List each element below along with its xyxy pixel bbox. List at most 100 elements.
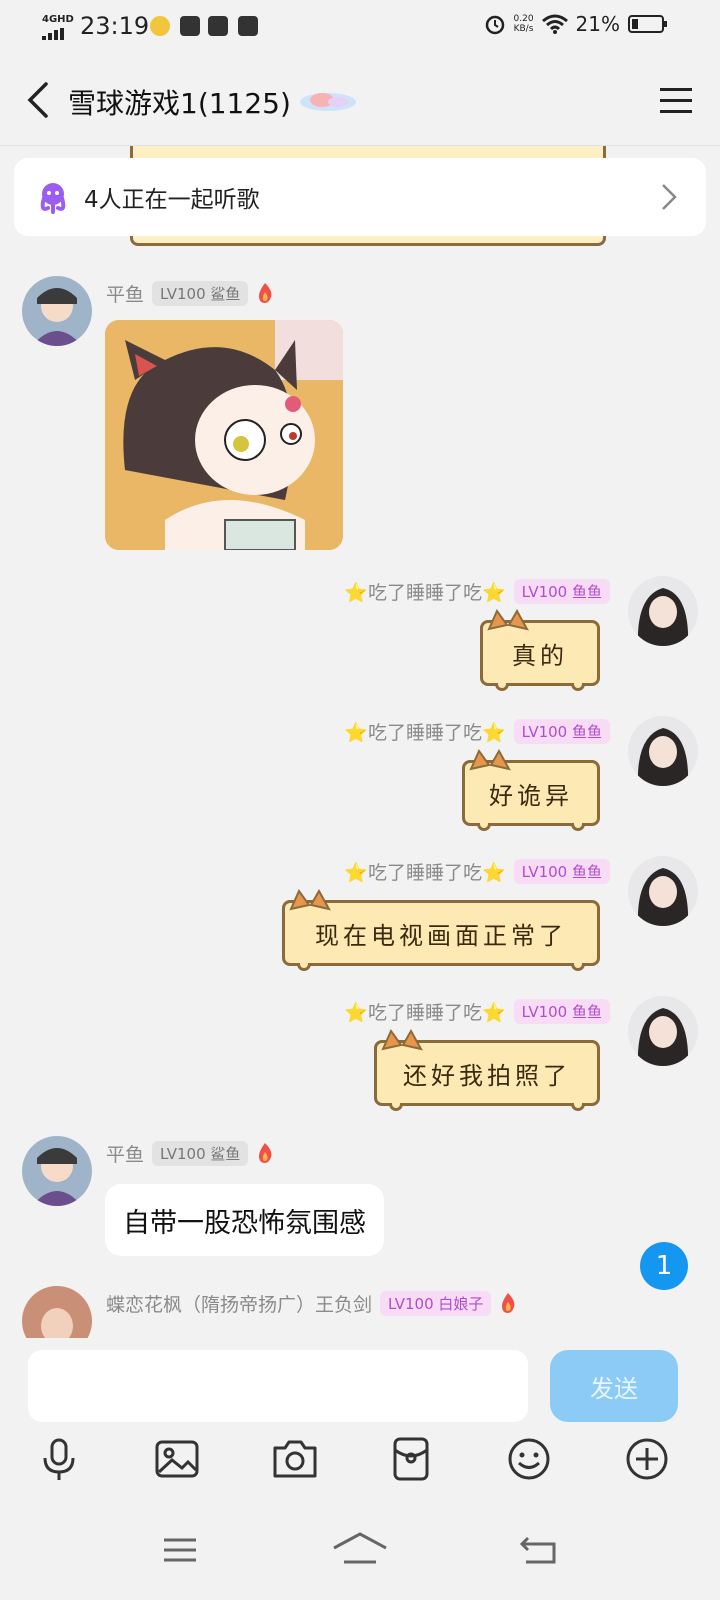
level-badge: LV100 鲨鱼 (152, 280, 249, 306)
net-speed: 0.20 KB/s (514, 14, 534, 34)
signal-icon (42, 28, 64, 40)
status-icons: 0.20 KB/s 21% (484, 12, 669, 36)
avatar[interactable] (628, 576, 698, 646)
avatar[interactable] (22, 1286, 92, 1338)
battery-percent: 21% (575, 12, 620, 36)
chat-header: 雪球游戏1(1125) (0, 56, 720, 146)
fire-icon (259, 283, 272, 303)
listen-together-text: 4人正在一起听歌 (84, 187, 260, 213)
back-icon[interactable] (514, 1526, 562, 1574)
cat-chat-bubble[interactable]: 好诡异 (462, 749, 600, 831)
sticker-image[interactable] (105, 320, 343, 550)
cat-paw (571, 683, 585, 691)
home-icon[interactable] (330, 1526, 390, 1574)
sender-name[interactable]: 蝶恋花枫（隋扬帝扬广）王负剑 (106, 1290, 372, 1317)
cat-ears-icon (289, 889, 331, 911)
message-text: 现在电视画面正常了 (315, 921, 567, 950)
avatar-image (22, 1286, 92, 1338)
battery-icon (628, 15, 667, 33)
system-nav-bar (0, 1498, 720, 1600)
message-text: 自带一股恐怖氛围感 (123, 1207, 366, 1239)
message-text: 真的 (512, 641, 568, 670)
qq-notification-icon (150, 16, 170, 36)
net-speed-value: 0.20 (513, 14, 534, 24)
avatar[interactable] (628, 716, 698, 786)
fire-icon (502, 1293, 515, 1313)
avatar[interactable] (628, 856, 698, 926)
alarm-icon (485, 15, 504, 35)
avatar[interactable] (628, 996, 698, 1066)
menu-icon[interactable] (656, 82, 696, 118)
sender-name[interactable]: 平鱼 (106, 1140, 144, 1167)
status-bar: 4GHD 23:19 0.20 KB/s 21% (0, 0, 720, 56)
message-input[interactable] (28, 1350, 528, 1422)
cat-chat-bubble[interactable]: 还好我拍照了 (374, 1029, 600, 1111)
sender-name[interactable]: 平鱼 (106, 280, 144, 307)
music-group-icon (40, 183, 66, 214)
cat-ears-icon (381, 1029, 423, 1051)
unread-count-badge[interactable]: 1 (640, 1242, 688, 1290)
chat-list[interactable]: 4人正在一起听歌 平鱼 LV100 鲨鱼 ⭐吃了睡睡了吃⭐ LV100 鱼鱼 真… (0, 146, 720, 1338)
level-badge: LV100 鱼鱼 (513, 718, 610, 744)
level-badge: LV100 鱼鱼 (513, 578, 610, 604)
sender-info: ⭐吃了睡睡了吃⭐ LV100 鱼鱼 (344, 858, 610, 884)
network-type: 4GHD (42, 14, 74, 25)
avatar-image (628, 716, 698, 786)
cat-paw (477, 823, 491, 831)
group-level-badge-icon (300, 93, 356, 111)
net-speed-unit: KB/s (513, 24, 534, 34)
red-packet-icon[interactable] (386, 1434, 436, 1484)
avatar[interactable] (22, 276, 92, 346)
sender-info: ⭐吃了睡睡了吃⭐ LV100 鱼鱼 (344, 578, 610, 604)
wifi-icon (541, 14, 568, 34)
back-arrow-icon[interactable] (20, 78, 60, 122)
plus-icon[interactable] (622, 1434, 672, 1484)
level-badge: LV100 鱼鱼 (513, 998, 610, 1024)
cat-ears-icon (469, 749, 511, 771)
cat-paw (297, 963, 311, 971)
message-text: 还好我拍照了 (403, 1061, 571, 1090)
image-icon[interactable] (152, 1434, 202, 1484)
sender-name[interactable]: ⭐吃了睡睡了吃⭐ (344, 858, 505, 885)
level-badge: LV100 白娘子 (380, 1290, 492, 1316)
sender-name[interactable]: ⭐吃了睡睡了吃⭐ (344, 578, 505, 605)
cat-chat-bubble[interactable]: 真的 (480, 609, 600, 691)
recent-apps-icon[interactable] (156, 1526, 204, 1574)
fire-icon (259, 1143, 272, 1163)
cat-paw (571, 823, 585, 831)
sender-name[interactable]: ⭐吃了睡睡了吃⭐ (344, 998, 505, 1025)
card-notification-icon-2 (238, 16, 258, 36)
cat-paw (495, 683, 509, 691)
sender-name[interactable]: ⭐吃了睡睡了吃⭐ (344, 718, 505, 745)
send-button[interactable]: 发送 (550, 1350, 678, 1422)
microphone-icon[interactable] (34, 1434, 84, 1484)
cat-paw (389, 1103, 403, 1111)
level-badge: LV100 鲨鱼 (152, 1140, 249, 1166)
avatar-image (628, 996, 698, 1066)
avatar-image (628, 576, 698, 646)
cat-paw (571, 963, 585, 971)
composer: 发送 (0, 1338, 720, 1498)
sender-info: 平鱼 LV100 鲨鱼 (106, 1140, 274, 1166)
cat-chat-bubble[interactable]: 现在电视画面正常了 (282, 889, 600, 971)
avatar-image (22, 276, 92, 346)
text-chat-bubble[interactable]: 自带一股恐怖氛围感 (105, 1184, 384, 1256)
group-title[interactable]: 雪球游戏1(1125) (68, 82, 291, 122)
clock: 23:19 (80, 12, 150, 40)
cat-ears-icon (487, 609, 529, 631)
avatar-image (628, 856, 698, 926)
avatar[interactable] (22, 1136, 92, 1206)
listen-together-banner[interactable]: 4人正在一起听歌 (14, 158, 706, 236)
sender-info: 蝶恋花枫（隋扬帝扬广）王负剑 LV100 白娘子 (106, 1290, 517, 1316)
chevron-right-icon (662, 184, 677, 210)
avatar-image (22, 1136, 92, 1206)
level-badge: LV100 鱼鱼 (513, 858, 610, 884)
app-notification-icon (180, 16, 200, 36)
sender-info: 平鱼 LV100 鲨鱼 (106, 280, 274, 306)
card-notification-icon (208, 16, 228, 36)
camera-icon[interactable] (270, 1434, 320, 1484)
sender-info: ⭐吃了睡睡了吃⭐ LV100 鱼鱼 (344, 718, 610, 744)
message-text: 好诡异 (489, 781, 573, 810)
cat-paw (571, 1103, 585, 1111)
emoji-icon[interactable] (504, 1434, 554, 1484)
